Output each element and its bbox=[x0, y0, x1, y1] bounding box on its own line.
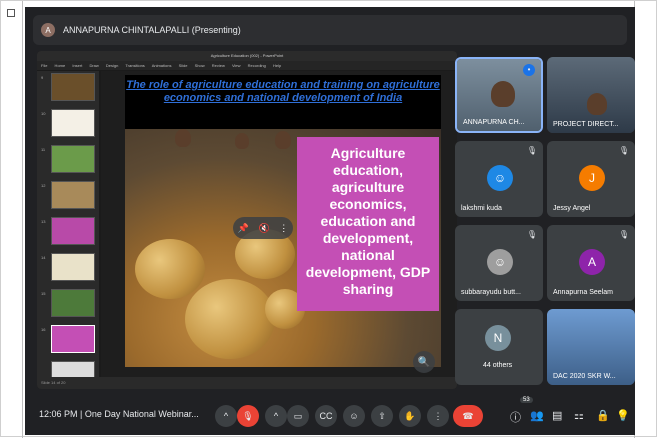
checkbox-icon bbox=[7, 9, 15, 17]
meet-window: A ANNAPURNA CHINTALAPALLI (Presenting) A… bbox=[25, 7, 635, 435]
participant-name: Jessy Angel bbox=[553, 205, 591, 212]
captions-button[interactable]: CC bbox=[315, 405, 337, 427]
slide-thumb bbox=[51, 109, 95, 137]
slide-title: The role of agriculture education and tr… bbox=[126, 79, 440, 104]
slide-thumb bbox=[51, 217, 95, 245]
slide-number: 12 bbox=[41, 183, 46, 188]
participant-name: DAC 2020 SKR W... bbox=[553, 373, 616, 380]
powerpoint-menu: File Home Insert Draw Design Transitions… bbox=[37, 61, 457, 70]
presenter-avatar: A bbox=[41, 23, 55, 37]
right-margin-cell bbox=[634, 1, 656, 438]
slide-text-box: Agriculture education, agriculture econo… bbox=[297, 137, 439, 311]
slide-number: 15 bbox=[41, 291, 46, 296]
slide-number: 10 bbox=[41, 111, 46, 116]
bottom-bar: 12:06 PM | One Day National Webinar... ^… bbox=[25, 395, 635, 435]
presenter-bar: A ANNAPURNA CHINTALAPALLI (Presenting) bbox=[33, 15, 627, 45]
mic-off-icon: 🎙 bbox=[618, 146, 629, 155]
slide-thumb bbox=[51, 73, 95, 101]
participant-name: subbarayudu butt... bbox=[461, 289, 521, 296]
mute-icon[interactable]: 🔇 bbox=[258, 223, 269, 234]
mic-off-icon: 🎙 bbox=[526, 230, 537, 239]
mic-toggle-button[interactable]: 🎙 bbox=[237, 405, 259, 427]
participant-tile[interactable]: 🎙 J Jessy Angel bbox=[547, 141, 635, 217]
participant-name: lakshmi kuda bbox=[461, 205, 502, 212]
meeting-title: One Day National Webinar... bbox=[84, 409, 199, 419]
meeting-time-label: 12:06 PM | One Day National Webinar... bbox=[39, 409, 199, 419]
mic-off-icon: 🎙 bbox=[618, 230, 629, 239]
more-options-icon[interactable]: ⋮ bbox=[279, 223, 288, 234]
participant-tile[interactable]: 🎙 ☺ subbarayudu butt... bbox=[455, 225, 543, 301]
screenshot-frame: A ANNAPURNA CHINTALAPALLI (Presenting) A… bbox=[0, 0, 657, 438]
camera-options-button[interactable]: ^ bbox=[265, 405, 287, 427]
powerpoint-titlebar: Agriculture Education (002) - PowerPoint bbox=[37, 51, 457, 61]
participant-tile[interactable]: N 44 others bbox=[455, 309, 543, 385]
avatar: N bbox=[485, 325, 511, 351]
slide-thumb bbox=[51, 253, 95, 281]
powerpoint-statusbar: Slide 14 of 20 bbox=[37, 377, 457, 389]
raise-hand-button[interactable]: ✋ bbox=[399, 405, 421, 427]
participant-name: ANNAPURNA CH... bbox=[463, 119, 525, 126]
slide-number: 14 bbox=[41, 255, 46, 260]
leave-call-button[interactable]: ☎ bbox=[453, 405, 483, 427]
tip-icon[interactable]: 💡 bbox=[616, 409, 630, 422]
slide-thumb-active bbox=[51, 325, 95, 353]
participant-tile[interactable]: 🎙 ☺ lakshmi kuda bbox=[455, 141, 543, 217]
avatar: A bbox=[579, 249, 605, 275]
avatar: ☺ bbox=[487, 165, 513, 191]
mic-options-button[interactable]: ^ bbox=[215, 405, 237, 427]
slide-thumb bbox=[51, 289, 95, 317]
slide-thumb bbox=[51, 181, 95, 209]
slide-number: 11 bbox=[41, 147, 46, 152]
participant-tile[interactable]: 🎙 A Annapurna Seelam bbox=[547, 225, 635, 301]
present-button[interactable]: ⇧ bbox=[371, 405, 393, 427]
slide-number: 13 bbox=[41, 219, 46, 224]
participant-name: PROJECT DIRECT... bbox=[553, 121, 619, 128]
clock-time: 12:06 PM bbox=[39, 409, 78, 419]
slide-thumb bbox=[51, 145, 95, 173]
pin-icon[interactable]: 📌 bbox=[238, 223, 249, 234]
people-icon[interactable]: 👥 bbox=[530, 409, 544, 422]
participant-name: 44 others bbox=[483, 362, 513, 369]
slide-number: 16 bbox=[41, 327, 46, 332]
emoji-button[interactable]: ☺ bbox=[343, 405, 365, 427]
participant-count-badge: 53 bbox=[520, 397, 533, 403]
participant-tile[interactable]: • ANNAPURNA CH... bbox=[455, 57, 543, 133]
share-tile-controls[interactable]: 📌 🔇 ⋮ bbox=[233, 217, 293, 239]
slide-thumbnails: 9 10 11 12 13 14 15 16 bbox=[37, 71, 99, 389]
activities-icon[interactable]: ⚏ bbox=[574, 409, 584, 422]
participant-tile[interactable]: DAC 2020 SKR W... bbox=[547, 309, 635, 385]
left-margin-cell bbox=[1, 1, 23, 438]
participant-tile[interactable]: PROJECT DIRECT... bbox=[547, 57, 635, 133]
more-options-button[interactable]: ⋮ bbox=[427, 405, 449, 427]
chat-icon[interactable]: ▤ bbox=[552, 409, 562, 422]
avatar: J bbox=[579, 165, 605, 191]
zoom-icon[interactable]: 🔍 bbox=[413, 351, 435, 373]
host-controls-icon[interactable]: 🔒 bbox=[596, 409, 610, 422]
slide-number: 9 bbox=[41, 75, 44, 80]
mic-off-icon: 🎙 bbox=[526, 146, 537, 155]
avatar: ☺ bbox=[487, 249, 513, 275]
participant-name: Annapurna Seelam bbox=[553, 289, 613, 296]
presenter-name: ANNAPURNA CHINTALAPALLI (Presenting) bbox=[63, 25, 241, 35]
camera-toggle-button[interactable]: ▭ bbox=[287, 405, 309, 427]
info-icon[interactable]: ⓘ bbox=[510, 409, 521, 425]
speaking-icon: • bbox=[523, 64, 535, 76]
shared-screen[interactable]: Agriculture Education (002) - PowerPoint… bbox=[37, 51, 457, 389]
